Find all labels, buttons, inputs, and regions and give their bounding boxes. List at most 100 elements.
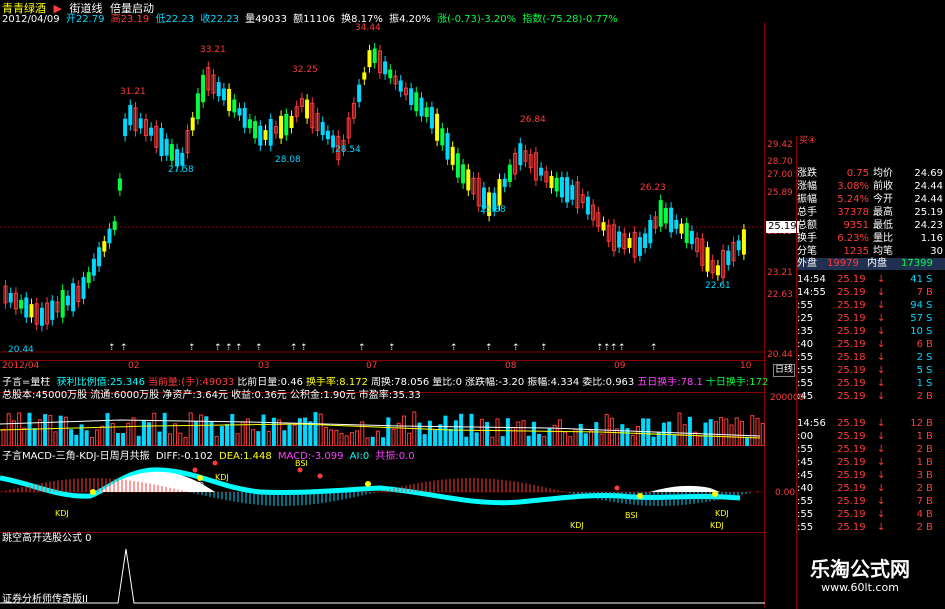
volume-bar — [256, 431, 261, 446]
price-annotation: 34.44 — [355, 23, 381, 33]
candle-body — [435, 113, 440, 141]
candle-body — [263, 130, 268, 140]
tick-side: B — [926, 483, 933, 494]
volume-stat: 比前日量:0.46 — [237, 377, 303, 388]
tick-volume: 1 — [916, 378, 923, 389]
macd-chart[interactable]: MACD KDJ KDJ BSI KDJ BSI KDJ KDJ — [0, 458, 765, 538]
tick-volume: 4 — [916, 509, 923, 520]
candle-body — [419, 97, 424, 117]
arrow-icon: ↓ — [877, 496, 886, 507]
tick-volume: 57 — [910, 313, 923, 324]
stat-row: 涨幅 3.08% 前收 24.44 — [797, 180, 945, 193]
outer-label: 外盘 — [797, 258, 817, 269]
volume-bar — [261, 414, 266, 446]
stat-label: 最低 — [873, 220, 893, 231]
period-label[interactable]: 日线 — [773, 364, 796, 377]
candle-body — [409, 88, 414, 105]
tick-row: 14:56 25.19 ↓ 12 B — [797, 417, 945, 430]
formula-title[interactable]: 跳空高开选股公式 0 — [2, 533, 92, 545]
volume-bar — [162, 412, 167, 446]
tick-row: :40 25.19 ↓ 6 B — [797, 338, 945, 351]
volume-bar — [615, 428, 620, 446]
candle-body — [50, 300, 55, 320]
candle-body — [440, 128, 445, 146]
candle-body — [455, 153, 460, 178]
candle-body — [648, 220, 653, 244]
volume-bar — [167, 433, 172, 446]
tick-volume: 7 — [916, 496, 923, 507]
tick-price: 25.19 — [837, 457, 866, 468]
candlestick-chart[interactable]: 31.21 33.21 34.44 32.25 27.58 28.08 28.54 25.88… — [0, 22, 765, 360]
right-panel-tab[interactable]: 买④ — [797, 136, 945, 147]
volume-bar — [245, 418, 250, 446]
volume-bar — [474, 432, 479, 446]
stat-value: 1235 — [843, 246, 869, 257]
volume-bar — [635, 425, 640, 446]
volume-bar — [365, 437, 370, 446]
candle-body — [627, 238, 632, 248]
volume-bar — [188, 412, 193, 446]
tick-price: 25.19 — [837, 391, 866, 402]
volume-chart[interactable] — [0, 402, 765, 446]
inner-value: 17399 — [901, 258, 933, 269]
volume-bar — [729, 424, 734, 446]
volume-bar — [479, 418, 484, 446]
tick-volume: 1 — [916, 431, 923, 442]
stat-value: 0.75 — [846, 168, 869, 179]
date-tick: 08 — [505, 361, 517, 371]
candle-body — [86, 272, 91, 283]
volume-bar — [760, 423, 765, 446]
volume-bar — [490, 436, 495, 446]
tick-row: :55 25.18 ↓ 2 S — [797, 351, 945, 364]
candle-body — [232, 99, 237, 113]
tick-list[interactable]: 14:54 25.19 ↓ 41 S 14:55 25.19 ↓ 7 B:55 25.19 ↓ 94 S:… — [797, 273, 945, 534]
tick-price: 25.19 — [837, 378, 866, 389]
tick-time: :35 — [797, 326, 814, 337]
candle-body — [253, 121, 258, 139]
candle-body — [247, 119, 252, 129]
candle-body — [674, 219, 679, 229]
volume-bar — [199, 414, 204, 446]
volume-bar — [89, 436, 94, 446]
tick-side: B — [926, 496, 933, 507]
date-tick: 07 — [366, 361, 378, 371]
candle-body — [19, 299, 24, 309]
price-annotation: 28.08 — [275, 155, 301, 165]
stat-value: 24.23 — [914, 220, 943, 231]
tick-price: 25.19 — [837, 444, 866, 455]
signal-arrow-icon: ⇡ — [540, 343, 548, 353]
volume-bar — [214, 435, 219, 446]
stat-row: 总额 9351 最低 24.23 — [797, 219, 945, 232]
volume-bar — [53, 431, 58, 446]
volume-title[interactable]: 子言=量柱 — [2, 377, 50, 388]
volume-stat: 十日换手:172.4 — [705, 377, 767, 388]
signal-arrow-icon: ⇡ — [214, 343, 222, 353]
candle-body — [414, 92, 419, 112]
volume-bar — [22, 427, 27, 446]
volume-bar — [557, 419, 562, 446]
arrow-icon: ↓ — [877, 483, 886, 494]
arrow-icon: ↓ — [877, 391, 886, 402]
volume-bar — [136, 435, 141, 446]
stat-label: 均笔 — [873, 246, 893, 257]
date-tick: 2012/04 — [2, 361, 40, 371]
price-annotation: 28.54 — [335, 145, 361, 155]
stat-label: 涨幅 — [797, 181, 817, 192]
tick-volume: 6 — [916, 339, 923, 350]
tick-side: B — [926, 444, 933, 455]
volume-bar — [58, 415, 63, 446]
signal-arrow-icon: ⇡ — [358, 343, 366, 353]
tick-row: :35 25.19 ↓ 10 S — [797, 325, 945, 338]
volume-bar — [141, 419, 146, 446]
arrow-icon: ↓ — [877, 274, 886, 285]
candle-body — [736, 240, 741, 251]
volume-bar — [344, 435, 349, 446]
stat-row: 分笔 1235 均笔 30 — [797, 245, 945, 258]
tick-price: 25.18 — [837, 352, 866, 363]
stat-value: 5.24% — [837, 194, 869, 205]
volume-bar — [251, 429, 256, 446]
signal-dot — [192, 467, 198, 473]
tick-side: B — [926, 470, 933, 481]
stat-label: 量比 — [873, 233, 893, 244]
candle-body — [24, 297, 29, 318]
